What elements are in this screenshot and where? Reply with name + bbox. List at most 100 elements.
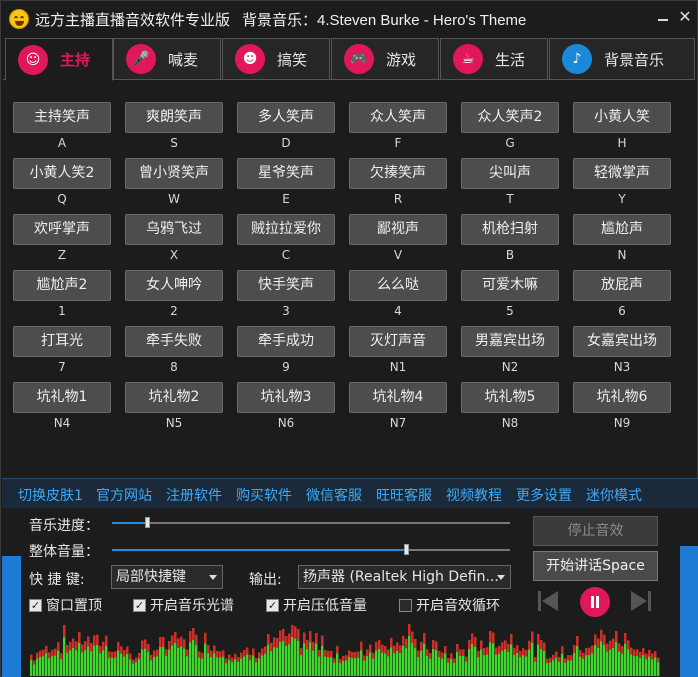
hotkey-mode-select[interactable]: 局部快捷键 [111,565,223,589]
sound-effect-button[interactable]: 尖叫声 [461,158,559,189]
sound-effect-button[interactable]: 欢呼掌声 [13,214,111,245]
spectrum-peak [150,655,153,661]
checkmark-icon[interactable]: ✓ [29,598,42,612]
sound-effect-button[interactable]: 众人笑声 [349,102,447,133]
sound-effect-button[interactable]: 坑礼物5 [461,382,559,413]
sound-hotkey-label: T [506,192,514,206]
sound-item: 灭灯声音 N1 [349,326,449,378]
sound-effect-button[interactable]: 贼拉拉爱你 [237,214,335,245]
next-track-icon[interactable] [628,588,654,614]
spectrum-peak [486,647,489,655]
bgm-track-name: 4.Steven Burke - Hero's Theme [317,12,527,29]
link-7[interactable]: 更多设置 [516,485,572,505]
spectrum-peak [168,641,171,650]
option-checkbox[interactable]: ✓ 开启音乐光谱 [133,596,234,614]
sound-effect-button[interactable]: 么么哒 [349,270,447,301]
spectrum-peak [378,640,381,650]
sound-effect-button[interactable]: 牵手成功 [237,326,335,357]
link-5[interactable]: 旺旺客服 [376,485,432,505]
window-title: 远方主播直播音效软件专业版 背景音乐：4.Steven Burke - Hero'… [35,9,526,30]
minimize-button[interactable] [653,9,671,27]
sound-effect-button[interactable]: 女嘉宾出场 [573,326,671,357]
sound-effect-button[interactable]: 女人呻吟 [125,270,223,301]
progress-slider-handle[interactable] [144,517,150,528]
sound-effect-button[interactable]: 可爱木嘛 [461,270,559,301]
sound-effect-button[interactable]: 爽朗笑声 [125,102,223,133]
volume-slider-handle[interactable] [403,544,409,555]
sound-effect-button[interactable]: 星爷笑声 [237,158,335,189]
tab-4[interactable]: ☕ 生活 [440,38,548,80]
sound-effect-button[interactable]: 快手笑声 [237,270,335,301]
link-2[interactable]: 注册软件 [166,485,222,505]
checkmark-icon[interactable]: ✓ [266,598,279,612]
spectrum-peak [456,644,459,653]
sound-effect-button[interactable]: 尴尬声 [573,214,671,245]
link-6[interactable]: 视频教程 [446,485,502,505]
sound-effect-button[interactable]: 坑礼物2 [125,382,223,413]
sound-effect-button[interactable]: 小黄人笑 [573,102,671,133]
spectrum-peak [507,643,510,652]
start-talk-button[interactable]: 开始讲话Space [533,551,658,581]
tab-5[interactable]: ♪ 背景音乐 [549,38,695,80]
spectrum-peak [225,658,228,664]
pause-icon[interactable] [580,587,610,617]
sound-effect-button[interactable]: 打耳光 [13,326,111,357]
sound-item: 爽朗笑声 S [125,102,225,154]
spectrum-peak [330,651,333,658]
sound-effect-button[interactable]: 主持笑声 [13,102,111,133]
sound-effect-button[interactable]: 乌鸦飞过 [125,214,223,245]
spectrum-peak [402,635,405,646]
spectrum-peak [282,629,285,641]
sound-effect-button[interactable]: 坑礼物6 [573,382,671,413]
sound-effect-button[interactable]: 男嘉宾出场 [461,326,559,357]
tab-2[interactable]: ☻ 搞笑 [222,38,330,80]
sound-effect-button[interactable]: 机枪扫射 [461,214,559,245]
spectrum-peak [285,636,288,647]
tab-1[interactable]: 🎤 喊麦 [113,38,221,80]
sound-effect-button[interactable]: 牵手失败 [125,326,223,357]
checkbox-empty-icon[interactable] [399,598,412,612]
sound-effect-button[interactable]: 鄙视声 [349,214,447,245]
sound-effect-button[interactable]: 灭灯声音 [349,326,447,357]
sound-effect-button[interactable]: 多人笑声 [237,102,335,133]
link-0[interactable]: 切换皮肤1 [18,485,83,505]
sound-effect-button[interactable]: 小黄人笑2 [13,158,111,189]
sound-effect-button[interactable]: 众人笑声2 [461,102,559,133]
checkbox-label: 窗口置顶 [46,598,102,614]
sound-item: 尴尬声2 1 [13,270,113,322]
link-8[interactable]: 迷你模式 [586,485,642,505]
spectrum-peak [234,653,237,660]
link-3[interactable]: 购买软件 [236,485,292,505]
sound-effect-button[interactable]: 放屁声 [573,270,671,301]
spectrum-peak [153,650,156,657]
previous-track-icon[interactable] [535,588,561,614]
sound-effect-button[interactable]: 坑礼物1 [13,382,111,413]
sound-effect-button[interactable]: 轻微掌声 [573,158,671,189]
sound-effect-button[interactable]: 欠揍笑声 [349,158,447,189]
option-checkbox[interactable]: 开启音效循环 [399,596,500,614]
sound-effect-button[interactable]: 坑礼物4 [349,382,447,413]
spectrum-peak [81,644,84,653]
tab-0[interactable]: ☺ 主持 [5,38,113,81]
sound-item: 小黄人笑 H [573,102,673,154]
sound-effect-button[interactable]: 尴尬声2 [13,270,111,301]
link-1[interactable]: 官方网站 [96,485,152,505]
sound-hotkey-label: 6 [618,304,626,318]
spectrum-peak [360,641,363,651]
option-checkbox[interactable]: ✓ 窗口置顶 [29,596,102,614]
output-device-select[interactable]: 扬声器 (Realtek High Defin... [298,565,511,589]
master-volume-slider[interactable] [112,544,510,555]
spectrum-peak [33,660,36,665]
close-button[interactable]: ✕ [676,7,694,27]
music-progress-slider[interactable] [112,517,510,528]
stop-effect-button[interactable]: 停止音效 [533,516,658,546]
spectrum-peak [483,648,486,656]
checkmark-icon[interactable]: ✓ [133,598,146,612]
tab-3[interactable]: 🎮 游戏 [331,38,439,80]
sound-item: 么么哒 4 [349,270,449,322]
sound-effect-button[interactable]: 曾小贤笑声 [125,158,223,189]
sound-effect-button[interactable]: 坑礼物3 [237,382,335,413]
option-checkbox[interactable]: ✓ 开启压低音量 [266,596,367,614]
link-4[interactable]: 微信客服 [306,485,362,505]
sound-item: 女人呻吟 2 [125,270,225,322]
